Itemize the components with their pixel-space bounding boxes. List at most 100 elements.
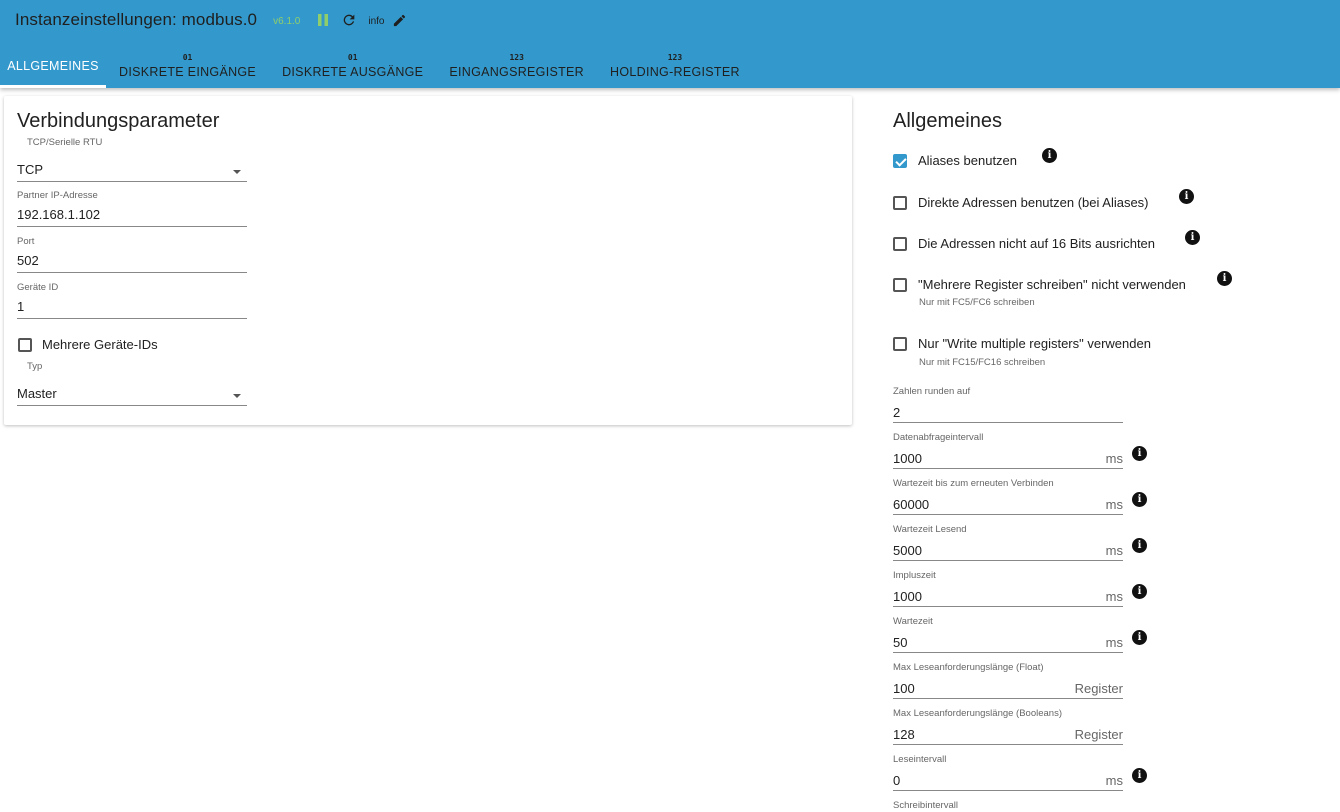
field-label: Zahlen runden auf	[893, 386, 971, 397]
max-read-bool-field[interactable]: Max Leseanforderungslänge (Booleans) 128…	[893, 708, 1123, 745]
max-read-float-field[interactable]: Max Leseanforderungslänge (Float) 100 Reg…	[893, 662, 1123, 699]
device-id-field[interactable]: Geräte ID 1	[17, 282, 247, 319]
edit-icon[interactable]	[390, 11, 408, 29]
field-label: Datenabfrageintervall	[893, 432, 984, 443]
field-value: 60000	[893, 497, 930, 512]
field-label: Leseintervall	[893, 754, 947, 765]
pulse-time-field[interactable]: Impluszeit 1000 ms	[893, 570, 1123, 607]
field-label: Partner IP-Adresse	[17, 190, 98, 201]
tab-eingangsregister[interactable]: 123 EINGANGSREGISTER	[436, 44, 597, 88]
pause-icon[interactable]	[314, 11, 332, 29]
info-icon[interactable]: i	[1132, 446, 1147, 461]
field-value: 50	[893, 635, 908, 650]
info-icon[interactable]: i	[1185, 230, 1200, 245]
numeric-icon: 123	[509, 52, 524, 62]
field-label: Geräte ID	[17, 282, 59, 293]
tab-label: HOLDING-REGISTER	[610, 64, 740, 79]
field-input[interactable]: 0 ms	[893, 771, 1123, 791]
title-bar: Instanzeinstellungen: modbus.0 v6.1.0 in…	[15, 8, 408, 32]
refresh-icon[interactable]	[340, 11, 358, 29]
field-value: 5000	[893, 543, 922, 558]
field-input[interactable]: 100 Register	[893, 679, 1123, 699]
tab-holding-register[interactable]: 123 HOLDING-REGISTER	[597, 44, 753, 88]
ip-address-field[interactable]: Partner IP-Adresse 192.168.1.102	[17, 190, 247, 227]
field-unit: ms	[1105, 773, 1123, 788]
info-link[interactable]: info	[368, 16, 384, 27]
round-numbers-field[interactable]: Zahlen runden auf 2	[893, 386, 1123, 423]
field-label: Wartezeit	[893, 616, 933, 627]
tab-label: DISKRETE AUSGÄNGE	[282, 64, 424, 79]
tab-allgemeines[interactable]: ALLGEMEINES	[0, 44, 106, 88]
no-multi-write-checkbox[interactable]	[893, 277, 907, 292]
direct-addresses-checkbox[interactable]	[893, 195, 907, 210]
poll-interval-field[interactable]: Datenabfrageintervall 1000 ms	[893, 432, 1123, 469]
mode-select[interactable]: Typ Master	[17, 361, 247, 406]
field-value: 0	[893, 773, 901, 788]
info-icon[interactable]: i	[1132, 492, 1147, 507]
field-label: Wartezeit bis zum erneuten Verbinden	[893, 478, 1054, 489]
reconnect-timeout-field[interactable]: Wartezeit bis zum erneuten Verbinden 600…	[893, 478, 1123, 515]
field-input[interactable]: 50 ms	[893, 633, 1123, 653]
wait-time-field[interactable]: Wartezeit 50 ms	[893, 616, 1123, 653]
info-icon[interactable]: i	[1132, 768, 1147, 783]
info-icon[interactable]: i	[1132, 538, 1147, 553]
numeric-icon: 123	[667, 52, 683, 62]
field-value: 1000	[893, 451, 922, 466]
field-label: Impluszeit	[893, 570, 936, 581]
field-unit: Register	[1074, 681, 1123, 696]
read-timeout-field[interactable]: Wartezeit Lesend 5000 ms	[893, 524, 1123, 561]
only-multi-write-checkbox[interactable]	[893, 336, 907, 351]
app-bar: Instanzeinstellungen: modbus.0 v6.1.0 in…	[0, 0, 1340, 88]
connection-title: Verbindungsparameter	[17, 110, 220, 132]
info-icon[interactable]: i	[1132, 584, 1147, 599]
field-input[interactable]: 1000 ms	[893, 587, 1123, 607]
field-input[interactable]: 2	[893, 403, 1123, 423]
multi-ids-checkbox-row[interactable]: Mehrere Geräte-IDs	[18, 337, 158, 352]
field-label: Port	[17, 236, 35, 247]
read-interval-field[interactable]: Leseintervall 0 ms	[893, 754, 1123, 791]
field-value: 502	[17, 253, 247, 273]
write-interval-field[interactable]: Schreibintervall	[893, 800, 1123, 812]
field-input[interactable]: 1000 ms	[893, 449, 1123, 469]
general-title: Allgemeines	[893, 110, 1002, 132]
aliases-checkbox-row[interactable]: Aliases benutzen	[893, 153, 1017, 168]
field-value: 100	[893, 681, 915, 696]
field-unit: ms	[1105, 589, 1123, 604]
field-unit: ms	[1105, 451, 1123, 466]
connection-type-select[interactable]: TCP/Serielle RTU TCP	[17, 137, 247, 182]
connection-card: Verbindungsparameter TCP/Serielle RTU TC…	[4, 96, 852, 425]
info-icon[interactable]: i	[1042, 148, 1057, 163]
tab-diskrete-eingaenge[interactable]: 01 DISKRETE EINGÄNGE	[106, 44, 269, 88]
tab-diskrete-ausgaenge[interactable]: 01 DISKRETE AUSGÄNGE	[269, 44, 436, 88]
field-value: 128	[893, 727, 915, 742]
no-multi-write-checkbox-row[interactable]: "Mehrere Register schreiben" nicht verwe…	[893, 277, 1186, 292]
field-unit: ms	[1105, 497, 1123, 512]
field-value: 2	[893, 405, 901, 420]
field-value: TCP	[17, 162, 247, 182]
checkbox-label: Aliases benutzen	[918, 153, 1018, 168]
align-16bit-checkbox[interactable]	[893, 236, 907, 251]
field-input[interactable]: 128 Register	[893, 725, 1123, 745]
align-16bit-checkbox-row[interactable]: Die Adressen nicht auf 16 Bits ausrichte…	[893, 236, 1155, 251]
field-unit: ms	[1105, 635, 1123, 650]
field-input[interactable]: 5000 ms	[893, 541, 1123, 561]
tab-bar: ALLGEMEINES 01 DISKRETE EINGÄNGE 01 DISK…	[0, 44, 753, 88]
direct-addresses-checkbox-row[interactable]: Direkte Adressen benutzen (bei Aliases)	[893, 195, 1149, 210]
info-icon[interactable]: i	[1132, 630, 1147, 645]
checkbox-label: Die Adressen nicht auf 16 Bits ausrichte…	[918, 236, 1156, 251]
port-field[interactable]: Port 502	[17, 236, 247, 273]
info-icon[interactable]: i	[1179, 189, 1194, 204]
only-multi-write-checkbox-row[interactable]: Nur "Write multiple registers" verwenden	[893, 336, 1151, 351]
multi-ids-checkbox[interactable]	[18, 337, 32, 352]
digital-icon: 01	[182, 52, 193, 62]
field-unit: ms	[1105, 543, 1123, 558]
checkbox-label: Mehrere Geräte-IDs	[42, 337, 158, 352]
field-input[interactable]: 60000 ms	[893, 495, 1123, 515]
digital-icon: 01	[347, 52, 358, 62]
aliases-checkbox[interactable]	[893, 153, 907, 168]
field-value: 1	[17, 299, 247, 319]
checkbox-label: "Mehrere Register schreiben" nicht verwe…	[918, 277, 1186, 292]
checkbox-help: Nur mit FC5/FC6 schreiben	[919, 297, 1035, 308]
info-icon[interactable]: i	[1217, 271, 1232, 286]
field-label: Max Leseanforderungslänge (Float)	[893, 662, 1044, 673]
